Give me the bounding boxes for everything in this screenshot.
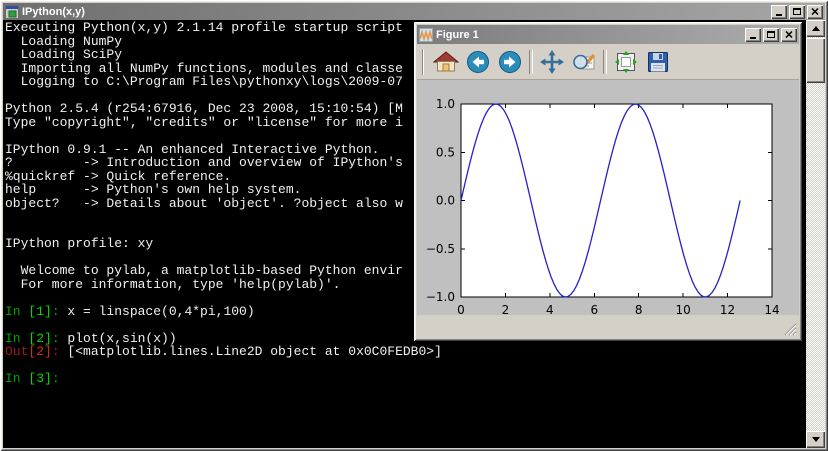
forward-button[interactable] (497, 49, 523, 75)
figure-titlebar[interactable]: Figure 1 (417, 25, 799, 44)
save-button[interactable] (645, 49, 671, 75)
console-maximize-button[interactable] (789, 4, 805, 19)
figure-statusbar (417, 315, 799, 338)
console-line: In [2]: plot(x,sin(x)) (5, 330, 177, 346)
y-tick-label: 0.5 (436, 145, 455, 159)
scrollbar-thumb[interactable] (806, 38, 825, 83)
close-icon (811, 8, 819, 15)
configure-subplots-button[interactable] (613, 49, 639, 75)
console-line: In [1]: x = linspace(0,4*pi,100) (5, 303, 255, 319)
console-line: IPython profile: xy (5, 236, 154, 251)
console-line: IPython 0.9.1 -- An enhanced Interactive… (5, 141, 380, 157)
console-line: Type "copyright", "credits" or "license"… (5, 114, 403, 130)
console-app-icon (5, 4, 19, 19)
y-tick-label: 1.0 (436, 97, 455, 111)
pan-button[interactable] (539, 49, 565, 75)
console-line: Executing Python(x,y) 2.1.14 profile sta… (5, 20, 403, 35)
x-tick-label: 8 (635, 303, 643, 315)
console-line: Out[2]: [<matplotlib.lines.Line2D object… (5, 344, 442, 359)
desktop: IPython(x,y) Executing Python(x,y) 2.1.1… (0, 0, 828, 451)
figure-close-button[interactable] (781, 27, 797, 42)
console-line: help -> Python's own help system. (5, 182, 302, 197)
console-line: Welcome to pylab, a matplotlib-based Pyt… (5, 263, 403, 278)
console-line: Importing all NumPy functions, modules a… (5, 60, 403, 76)
minimize-icon (750, 37, 756, 39)
figure-window: Figure 1 0 2 4 6 8 10 12 14 −1.0 −0.5 0.… (414, 22, 802, 341)
resize-grip-icon[interactable] (784, 323, 797, 336)
zoom-rect-button[interactable] (571, 49, 597, 75)
down-arrow-icon (811, 437, 820, 442)
console-line: object? -> Details about 'object'. ?obje… (5, 195, 403, 211)
pan-icon (540, 49, 564, 74)
console-line: Loading NumPy (5, 33, 123, 49)
toolbar-separator (603, 49, 607, 74)
console-minimize-button[interactable] (771, 4, 787, 19)
console-close-button[interactable] (807, 4, 823, 19)
x-tick-label: 12 (720, 303, 735, 315)
home-button[interactable] (433, 49, 459, 75)
figure-toolbar (417, 44, 799, 80)
zoom-rect-icon (573, 53, 596, 69)
console-line: ? -> Introduction and overview of IPytho… (5, 155, 403, 170)
console-line: %quickref -> Quick reference. (5, 168, 232, 184)
console-line: For more information, type 'help(pylab)'… (5, 276, 341, 292)
y-tick-label: −1.0 (426, 290, 455, 304)
save-icon (648, 51, 668, 72)
console-scrollbar[interactable] (806, 20, 825, 448)
x-tick-label: 2 (502, 303, 510, 315)
figure-maximize-button[interactable] (763, 27, 779, 42)
x-tick-label: 0 (457, 303, 465, 315)
console-line: In [3]: (5, 371, 68, 386)
scroll-down-button[interactable] (806, 431, 825, 448)
x-tick-label: 4 (546, 303, 554, 315)
maximize-icon (767, 31, 775, 38)
x-tick-label: 6 (590, 303, 598, 315)
sine-plot: 0 2 4 6 8 10 12 14 −1.0 −0.5 0.0 0.5 1.0 (426, 97, 780, 317)
statusbar-text (417, 320, 421, 331)
scroll-up-button[interactable] (806, 20, 825, 37)
x-tick-label: 14 (764, 303, 779, 315)
configure-subplots-icon (615, 50, 637, 73)
toolbar-grip[interactable] (422, 48, 427, 75)
up-arrow-icon (811, 26, 820, 31)
y-tick-label: −0.5 (426, 242, 455, 256)
console-titlebar[interactable]: IPython(x,y) (3, 3, 825, 20)
maximize-icon (793, 8, 801, 15)
figure-title: Figure 1 (436, 28, 479, 41)
console-title: IPython(x,y) (22, 5, 85, 18)
back-icon (467, 50, 489, 73)
forward-icon (499, 50, 521, 73)
x-tick-label: 10 (676, 303, 691, 315)
plot-canvas[interactable]: 0 2 4 6 8 10 12 14 −1.0 −0.5 0.0 0.5 1.0 (417, 80, 799, 317)
figure-minimize-button[interactable] (745, 27, 761, 42)
console-line: Python 2.5.4 (r254:67916, Dec 23 2008, 1… (5, 101, 403, 116)
home-icon (433, 50, 459, 71)
console-output: Executing Python(x,y) 2.1.14 profile sta… (5, 21, 442, 386)
minimize-icon (776, 14, 782, 16)
toolbar-separator (529, 49, 533, 74)
console-line: Loading SciPy (5, 47, 123, 62)
matplotlib-icon (419, 27, 433, 42)
back-button[interactable] (465, 49, 491, 75)
y-tick-label: 0.0 (436, 194, 455, 208)
close-icon (785, 31, 793, 38)
console-line: Logging to C:\Program Files\pythonxy\log… (5, 74, 403, 89)
